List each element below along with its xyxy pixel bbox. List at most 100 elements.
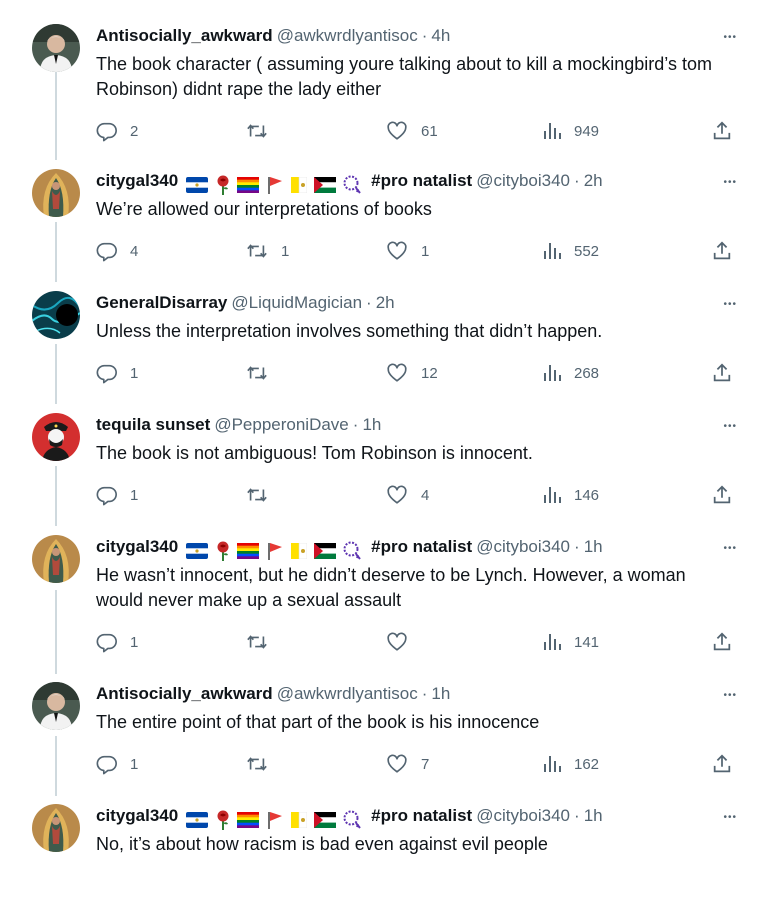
like-button[interactable]: 7 xyxy=(385,752,429,776)
reply-count: 4 xyxy=(130,242,139,260)
views-button[interactable]: 141 xyxy=(542,630,599,654)
avatar[interactable] xyxy=(32,291,80,339)
tweet[interactable]: citygal340 #pro natalist @cityboi340 · 1h ••… xyxy=(0,535,771,655)
reply-button[interactable]: 1 xyxy=(96,483,138,507)
more-icon[interactable]: ••• xyxy=(723,806,737,830)
like-button[interactable]: 1 xyxy=(385,239,429,263)
timestamp[interactable]: 1h xyxy=(362,415,381,434)
like-button[interactable] xyxy=(385,630,421,654)
tweet[interactable]: Antisocially_awkward @awkwrdlyantisoc · 1h •… xyxy=(0,682,771,802)
reply-button[interactable]: 4 xyxy=(96,239,138,263)
red-pennant-flag-icon xyxy=(268,542,283,560)
avatar[interactable] xyxy=(32,804,80,852)
avatar[interactable] xyxy=(32,413,80,461)
views-button[interactable]: 162 xyxy=(542,752,599,776)
el-salvador-flag-icon xyxy=(185,811,208,828)
share-button[interactable] xyxy=(711,361,733,385)
like-button[interactable]: 4 xyxy=(385,483,429,507)
timestamp[interactable]: 1h xyxy=(431,684,450,703)
author-handle[interactable]: @awkwrdlyantisoc xyxy=(277,684,418,703)
reply-icon xyxy=(96,120,118,142)
like-icon xyxy=(385,240,409,262)
avatar[interactable] xyxy=(32,24,80,72)
retweet-button[interactable] xyxy=(245,119,281,143)
reply-button[interactable]: 1 xyxy=(96,361,138,385)
share-button[interactable] xyxy=(711,119,733,143)
avatar[interactable] xyxy=(32,535,80,583)
tweet[interactable]: citygal340 #pro natalist @cityboi340 · 2h ••… xyxy=(0,169,771,289)
reply-button[interactable]: 2 xyxy=(96,119,138,143)
timestamp[interactable]: 1h xyxy=(584,806,603,825)
share-button[interactable] xyxy=(711,752,733,776)
like-count: 7 xyxy=(421,755,430,773)
author-name[interactable]: citygal340 xyxy=(96,171,178,190)
avatar[interactable] xyxy=(32,682,80,730)
author-name[interactable]: citygal340 xyxy=(96,806,178,825)
tweet[interactable]: citygal340 #pro natalist @cityboi340 · 1h ••… xyxy=(0,804,771,924)
more-icon[interactable]: ••• xyxy=(723,26,737,50)
timestamp[interactable]: 2h xyxy=(584,171,603,190)
reply-count: 1 xyxy=(130,486,139,504)
share-button[interactable] xyxy=(711,630,733,654)
author-name[interactable]: GeneralDisarray xyxy=(96,293,227,312)
timestamp[interactable]: 2h xyxy=(376,293,395,312)
timestamp[interactable]: 4h xyxy=(431,26,450,45)
separator-dot: · xyxy=(574,171,580,190)
timestamp[interactable]: 1h xyxy=(584,537,603,556)
views-icon xyxy=(542,485,562,505)
more-icon[interactable]: ••• xyxy=(723,537,737,561)
rainbow-flag-icon xyxy=(237,811,260,828)
like-button[interactable]: 12 xyxy=(385,361,438,385)
tweet-header: Antisocially_awkward @awkwrdlyantisoc · 4h xyxy=(96,24,751,48)
tweet-header: tequila sunset @PepperoniDave · 1h xyxy=(96,413,751,437)
author-handle[interactable]: @cityboi340 xyxy=(476,537,570,556)
retweet-button[interactable] xyxy=(245,630,281,654)
share-icon xyxy=(711,484,733,506)
avatar-image xyxy=(32,291,80,339)
separator-dot: · xyxy=(421,684,428,703)
tweet[interactable]: Antisocially_awkward @awkwrdlyantisoc · 4h •… xyxy=(0,24,771,144)
avatar[interactable] xyxy=(32,169,80,217)
views-button[interactable]: 146 xyxy=(542,483,599,507)
author-handle[interactable]: @cityboi340 xyxy=(476,171,570,190)
views-button[interactable]: 949 xyxy=(542,119,599,143)
view-count: 268 xyxy=(574,364,600,382)
more-icon[interactable]: ••• xyxy=(723,415,737,439)
retweet-count: 1 xyxy=(281,242,290,260)
views-icon xyxy=(542,241,562,261)
author-name[interactable]: citygal340 xyxy=(96,537,178,556)
retweet-button[interactable]: 1 xyxy=(245,239,289,263)
author-handle[interactable]: @cityboi340 xyxy=(476,806,570,825)
share-button[interactable] xyxy=(711,483,733,507)
author-handle[interactable]: @PepperoniDave xyxy=(214,415,348,434)
avatar-image xyxy=(32,169,80,217)
author-name[interactable]: tequila sunset xyxy=(96,415,210,434)
rainbow-flag-icon xyxy=(237,542,260,559)
author-handle[interactable]: @awkwrdlyantisoc xyxy=(277,26,418,45)
more-icon[interactable]: ••• xyxy=(723,293,737,317)
share-icon xyxy=(711,240,733,262)
views-button[interactable]: 268 xyxy=(542,361,599,385)
retweet-button[interactable] xyxy=(245,361,281,385)
tweet[interactable]: GeneralDisarray @LiquidMagician · 2h ••• Unle… xyxy=(0,291,771,411)
more-icon[interactable]: ••• xyxy=(723,684,737,708)
like-icon xyxy=(385,362,409,384)
share-button[interactable] xyxy=(711,239,733,263)
author-name[interactable]: Antisocially_awkward xyxy=(96,684,273,703)
reply-button[interactable]: 1 xyxy=(96,630,138,654)
reply-button[interactable]: 1 xyxy=(96,752,138,776)
tweet-text: Unless the interpretation involves somet… xyxy=(96,321,603,341)
retweet-button[interactable] xyxy=(245,483,281,507)
tweet[interactable]: tequila sunset @PepperoniDave · 1h ••• The bo… xyxy=(0,413,771,533)
tweet-actions: 4 1 1 552 xyxy=(0,239,771,263)
author-name[interactable]: Antisocially_awkward xyxy=(96,26,273,45)
tweet-actions: 1 141 xyxy=(0,630,771,654)
retweet-icon xyxy=(245,753,269,775)
more-icon[interactable]: ••• xyxy=(723,171,737,195)
tweet-header: Antisocially_awkward @awkwrdlyantisoc · 1h xyxy=(96,682,751,706)
views-button[interactable]: 552 xyxy=(542,239,599,263)
author-handle[interactable]: @LiquidMagician xyxy=(231,293,362,312)
views-icon xyxy=(542,121,562,141)
like-button[interactable]: 61 xyxy=(385,119,438,143)
retweet-button[interactable] xyxy=(245,752,281,776)
